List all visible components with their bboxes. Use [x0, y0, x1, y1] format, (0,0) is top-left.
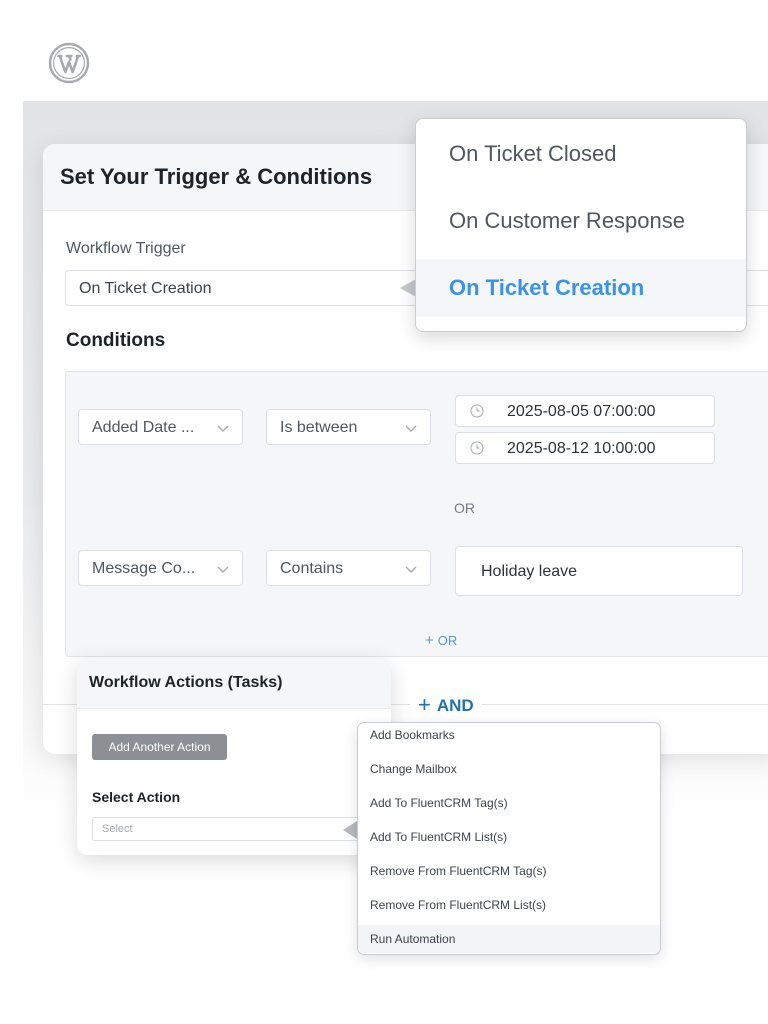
action-option[interactable]: Change Mailbox	[358, 755, 660, 783]
add-and-label: AND	[436, 696, 474, 715]
trigger-dropdown-menu: On Ticket Closed On Customer Response On…	[415, 118, 747, 332]
action-option[interactable]: Add To FluentCRM List(s)	[358, 823, 660, 851]
chevron-down-icon	[217, 425, 229, 432]
condition-value-text: Holiday leave	[481, 563, 578, 580]
workflow-trigger-value: On Ticket Creation	[79, 280, 212, 297]
condition-operator-value: Contains	[280, 560, 344, 577]
action-option[interactable]: Remove From FluentCRM List(s)	[358, 891, 660, 919]
condition-value-input[interactable]: Holiday leave	[455, 546, 743, 596]
condition-operator-value: Is between	[280, 419, 358, 436]
trigger-option-selected[interactable]: On Ticket Creation	[416, 259, 746, 317]
chevron-down-icon	[405, 425, 417, 432]
chevron-down-icon	[405, 566, 417, 573]
select-action-dropdown[interactable]: Select	[92, 817, 362, 841]
condition-operator-select-1[interactable]: Is between	[266, 409, 431, 445]
action-dropdown-menu: Add Bookmarks Change Mailbox Add To Flue…	[357, 722, 661, 955]
condition-field-value: Message Co...	[92, 560, 196, 577]
conditions-heading: Conditions	[66, 330, 166, 351]
condition-field-value: Added Date ...	[92, 419, 195, 436]
trigger-option[interactable]: On Customer Response	[416, 192, 746, 250]
condition-field-select-1[interactable]: Added Date ...	[78, 409, 243, 445]
dropdown-pointer	[343, 821, 357, 839]
clock-icon	[470, 441, 484, 455]
add-and-button[interactable]: + AND	[410, 691, 482, 717]
or-separator: OR	[454, 500, 475, 516]
start-date-input[interactable]: 2025-08-05 07:00:00	[455, 395, 715, 427]
plus-icon: +	[418, 692, 431, 717]
condition-operator-select-2[interactable]: Contains	[266, 550, 431, 586]
card-title: Set Your Trigger & Conditions	[60, 164, 373, 189]
end-date-input[interactable]: 2025-08-12 10:00:00	[455, 432, 715, 464]
plus-icon: +	[425, 632, 434, 649]
action-option[interactable]: Remove From FluentCRM Tag(s)	[358, 857, 660, 885]
add-or-label: OR	[437, 633, 458, 648]
end-date-value: 2025-08-12 10:00:00	[507, 440, 656, 457]
select-action-label: Select Action	[92, 789, 181, 805]
action-option[interactable]: Add Bookmarks	[358, 723, 660, 749]
action-option-highlighted[interactable]: Run Automation	[358, 925, 660, 953]
select-placeholder: Select	[102, 823, 133, 835]
chevron-down-icon	[217, 566, 229, 573]
action-option[interactable]: Add To FluentCRM Tag(s)	[358, 789, 660, 817]
workflow-trigger-label: Workflow Trigger	[66, 240, 186, 257]
wordpress-logo-icon	[48, 42, 90, 84]
start-date-value: 2025-08-05 07:00:00	[507, 403, 656, 420]
condition-group: Added Date ... Is between 2025-08-05 07:…	[65, 371, 768, 657]
condition-field-select-2[interactable]: Message Co...	[78, 550, 243, 586]
actions-card-title: Workflow Actions (Tasks)	[89, 674, 283, 691]
add-or-button[interactable]: + OR	[425, 632, 457, 649]
dropdown-pointer	[400, 279, 416, 297]
trigger-option[interactable]: On Ticket Closed	[416, 125, 746, 183]
clock-icon	[470, 404, 484, 418]
add-another-action-button[interactable]: Add Another Action	[92, 734, 227, 760]
